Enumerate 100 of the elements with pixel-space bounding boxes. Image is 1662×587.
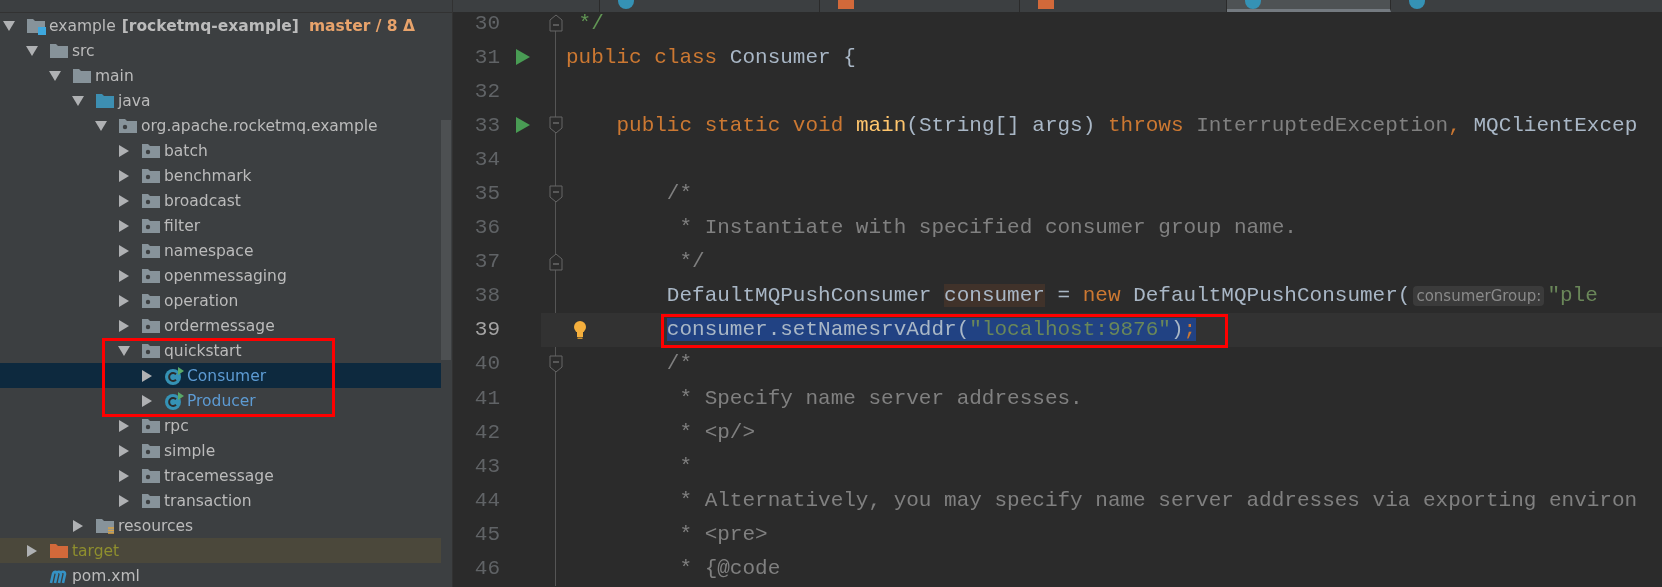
line-number: 46 (473, 557, 500, 581)
tree-item[interactable]: resources (0, 513, 441, 538)
tree-item[interactable]: operation (0, 288, 441, 313)
tree-item[interactable]: rpc (0, 413, 441, 438)
line-number: 37 (473, 250, 500, 274)
expand-arrow-icon[interactable] (118, 269, 130, 282)
run-icon[interactable] (515, 49, 530, 66)
code-token: , (1448, 113, 1462, 137)
collapse-arrow-icon[interactable] (95, 119, 107, 132)
editor-tab[interactable] (1391, 0, 1662, 12)
code-token: */ (578, 11, 604, 35)
expand-arrow-icon[interactable] (118, 194, 130, 207)
tree-item[interactable]: org.apache.rocketmq.example (0, 113, 441, 138)
code-token: InterruptedException (1196, 113, 1449, 137)
code-token: * Instantiate with specified consumer group name. (679, 216, 1297, 240)
tree-item[interactable]: filter (0, 213, 441, 238)
line-number: 41 (473, 386, 500, 410)
code-token: MQClientExcep (1473, 113, 1638, 137)
code-token: new (1082, 284, 1122, 308)
code-token: public static void (616, 113, 845, 137)
expand-arrow-icon[interactable] (118, 219, 130, 232)
line-number: 34 (473, 147, 500, 171)
tree-item[interactable]: example [rocketmq-example] master / 8 Δ (0, 13, 441, 38)
code-token: DefaultMQPushConsumer (666, 284, 933, 308)
parameter-hint: consumerGroup: (1413, 285, 1545, 306)
collapse-arrow-icon[interactable] (26, 44, 38, 57)
code-token: /* (666, 182, 693, 205)
tree-item[interactable]: transaction (0, 488, 441, 513)
tree-item[interactable]: simple (0, 438, 441, 463)
editor-tab[interactable] (600, 0, 820, 12)
line-number: 32 (473, 79, 500, 103)
expand-arrow-icon[interactable] (118, 469, 130, 482)
tree-item[interactable]: Producer (0, 388, 441, 413)
code-token: /* (666, 352, 693, 376)
class-icon (164, 390, 184, 411)
tree-item[interactable]: broadcast (0, 188, 441, 213)
class-icon (164, 365, 184, 386)
code-token: */ (679, 250, 705, 274)
expand-arrow-icon[interactable] (118, 444, 130, 457)
expand-arrow-icon[interactable] (118, 319, 130, 332)
tree-item[interactable]: main (0, 63, 441, 88)
tree-item[interactable]: java (0, 88, 441, 113)
line-number: 30 (473, 11, 500, 35)
tree-item[interactable]: quickstart (0, 338, 441, 363)
tree-item[interactable]: tracemessage (0, 463, 441, 488)
code-token: throws (1107, 113, 1185, 137)
code-token: * (679, 454, 693, 478)
code-token: * Alternatively, you may specify name server addresses via exporting environ (679, 488, 1638, 512)
expand-arrow-icon[interactable] (141, 369, 153, 382)
code-token: Consumer { (729, 45, 856, 69)
collapse-arrow-icon[interactable] (49, 69, 61, 82)
code-token: "localhost:9876" (969, 318, 1171, 342)
line-number: 43 (473, 454, 500, 478)
scrollbar[interactable] (441, 120, 451, 360)
expand-arrow-icon[interactable] (141, 394, 153, 407)
run-icon[interactable] (515, 117, 530, 134)
expand-arrow-icon[interactable] (118, 244, 130, 257)
expand-arrow-icon[interactable] (118, 494, 130, 507)
line-number: 36 (473, 216, 500, 240)
code-token: DefaultMQPushConsumer( (1133, 284, 1411, 308)
tree-item[interactable]: benchmark (0, 163, 441, 188)
code-token: "ple (1547, 284, 1598, 308)
code-token: public class (566, 45, 719, 69)
editor-tab[interactable] (820, 0, 1020, 12)
line-number: 33 (473, 113, 500, 137)
line-number: 39 (473, 318, 500, 342)
line-number: 44 (473, 488, 500, 512)
collapse-arrow-icon[interactable] (118, 344, 130, 357)
tree-item[interactable]: ordermessage (0, 313, 441, 338)
code-token: * <p/> (679, 420, 756, 444)
editor-tab[interactable] (1020, 0, 1227, 12)
tree-item[interactable]: batch (0, 138, 441, 163)
lightbulb-icon[interactable] (572, 319, 588, 340)
code-token: consumer (944, 284, 1045, 308)
tree-item[interactable]: openmessaging (0, 263, 441, 288)
line-number: 42 (473, 420, 500, 444)
line-number: 38 (473, 284, 500, 308)
expand-arrow-icon[interactable] (118, 294, 130, 307)
tree-item[interactable]: src (0, 38, 441, 63)
code-token: * {@code (679, 557, 781, 581)
code-token: * Specify name server addresses. (679, 386, 1083, 410)
line-number: 45 (473, 522, 500, 546)
tree-item[interactable]: pom.xml (0, 563, 441, 587)
expand-arrow-icon[interactable] (118, 419, 130, 432)
collapse-arrow-icon[interactable] (72, 94, 84, 107)
expand-arrow-icon[interactable] (118, 144, 130, 157)
code-token: = (1056, 284, 1072, 308)
line-number: 35 (473, 182, 500, 205)
code-token: (String[] args) (906, 113, 1097, 137)
code-token: consumer.setNamesrvAddr( (666, 318, 970, 342)
tree-item[interactable]: Consumer (0, 363, 441, 388)
tree-item[interactable]: namespace (0, 238, 441, 263)
expand-arrow-icon[interactable] (26, 544, 38, 557)
expand-arrow-icon[interactable] (118, 169, 130, 182)
expand-arrow-icon[interactable] (72, 519, 84, 532)
code-token: main (855, 113, 907, 137)
collapse-arrow-icon[interactable] (3, 19, 15, 32)
code-token: * <pre> (679, 522, 768, 546)
line-number: 31 (473, 45, 500, 69)
line-number: 40 (473, 352, 500, 376)
